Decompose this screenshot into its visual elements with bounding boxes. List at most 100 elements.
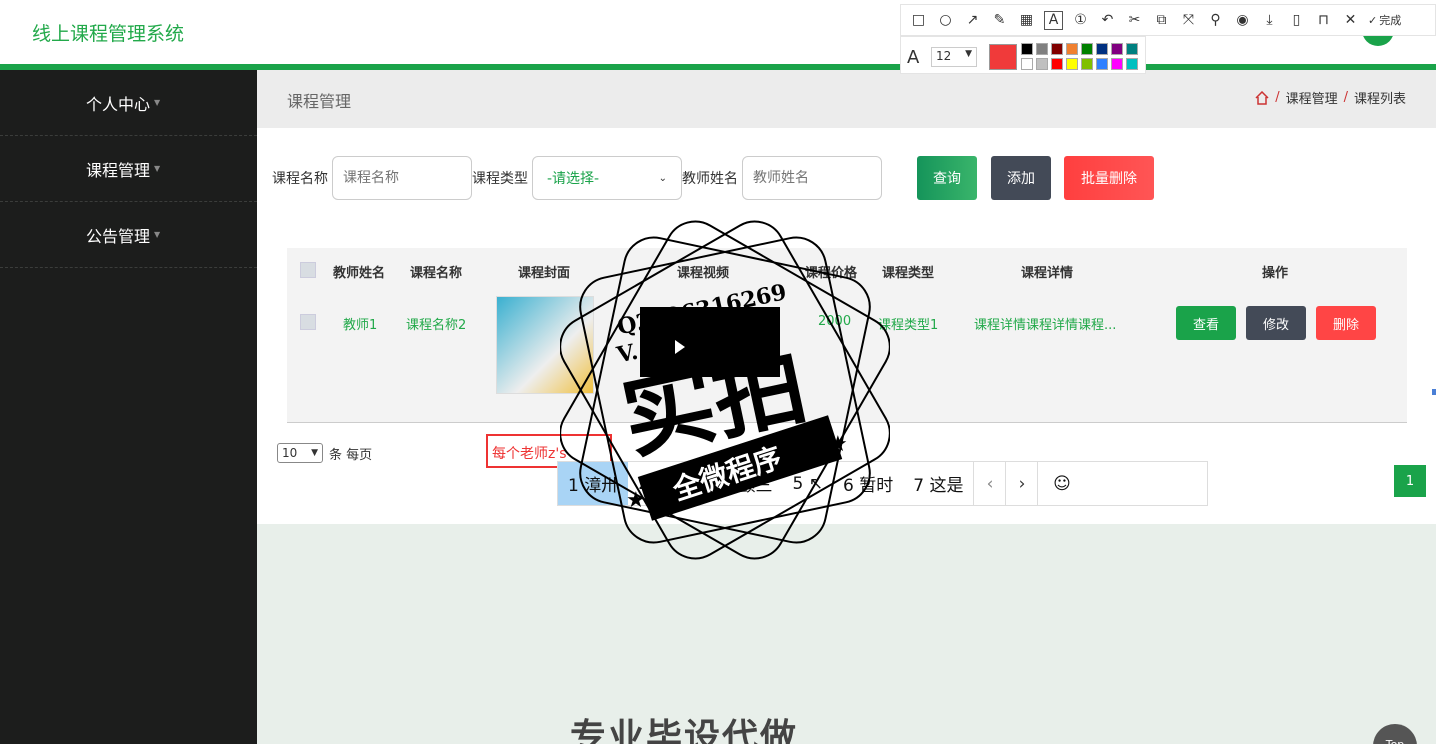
pin-icon[interactable]: ⚲ (1206, 11, 1225, 30)
course-type-label: 课程类型 (472, 171, 528, 187)
color-swatch[interactable] (1126, 43, 1138, 55)
page-size-select[interactable]: 10 ▼ (277, 443, 323, 463)
teacher-cell: 教师1 (343, 318, 378, 333)
teacher-label: 教师姓名 (682, 171, 738, 187)
done-label: 完成 (1379, 14, 1402, 27)
sidebar-item-profile[interactable]: 个人中心 ▼ (0, 70, 257, 136)
done-button[interactable]: ✓ 完成 (1368, 12, 1401, 28)
arrow-icon[interactable]: ↗ (963, 11, 982, 30)
undo-icon[interactable]: ↶ (1098, 11, 1117, 30)
color-swatch[interactable] (1111, 58, 1123, 70)
bottom-banner-text: 专业毕设代做 (570, 717, 799, 744)
color-swatch[interactable] (1081, 43, 1093, 55)
chevron-down-icon: ▼ (965, 49, 972, 59)
column-header: 操作 (1262, 266, 1289, 281)
color-swatch[interactable] (1036, 58, 1048, 70)
mosaic-icon[interactable]: ▦ (1017, 11, 1036, 30)
pen-icon[interactable]: ✎ (990, 11, 1009, 30)
color-swatch[interactable] (1036, 43, 1048, 55)
chevron-down-icon: ▼ (154, 98, 161, 107)
color-swatch[interactable] (1066, 58, 1078, 70)
pagination: 10 ▼ 条 每页 (277, 443, 372, 463)
column-header: 教师姓名 (333, 266, 386, 281)
page-header: 课程管理 / 课程管理 / 课程列表 (257, 70, 1436, 128)
rectangle-icon[interactable]: □ (909, 11, 928, 30)
color-swatch[interactable] (1051, 43, 1063, 55)
breadcrumb-item: 课程列表 (1353, 92, 1406, 107)
crop-icon[interactable]: ✂ (1125, 11, 1144, 30)
ime-prev-icon[interactable]: ‹ (973, 462, 1005, 505)
search-form: 课程名称 课程类型 -请选择- ⌄ 教师姓名 查询 添加 批量删除 (272, 156, 1154, 200)
sidebar-item-label: 课程管理 (86, 160, 151, 180)
sidebar-item-label: 个人中心 (86, 94, 151, 114)
star-icon: ★ (828, 432, 848, 457)
back-to-top-button[interactable]: Top (1373, 724, 1417, 744)
course-name-input[interactable] (332, 156, 472, 200)
phone-icon[interactable]: ▯ (1287, 11, 1306, 30)
expand-icon[interactable]: ⤧ (1179, 11, 1198, 30)
check-icon: ✓ (1368, 13, 1378, 27)
current-color-swatch[interactable] (989, 44, 1017, 70)
column-header: 课程详情 (1021, 266, 1074, 281)
download-icon[interactable]: ⤓ (1260, 11, 1279, 30)
bookmark-icon[interactable]: ⊓ (1314, 11, 1333, 30)
ellipse-icon[interactable]: ○ (936, 11, 955, 30)
page-size-value: 10 (282, 446, 298, 460)
home-icon[interactable] (1255, 90, 1269, 105)
app-title: 线上课程管理系统 (32, 23, 185, 45)
teacher-input[interactable] (742, 156, 882, 200)
ime-next-icon[interactable]: › (1005, 462, 1037, 505)
text-options-toolbar: A 12 ▼ (900, 36, 1146, 74)
chevron-down-icon: ▼ (154, 230, 161, 239)
color-swatch[interactable] (1021, 43, 1033, 55)
color-swatch[interactable] (1081, 58, 1093, 70)
chevron-down-icon: ▼ (311, 448, 318, 458)
query-button[interactable]: 查询 (917, 156, 977, 200)
page-number-button[interactable]: 1 (1394, 465, 1426, 497)
course-name-cell: 课程名称2 (406, 318, 467, 333)
scroll-marker (1432, 389, 1436, 395)
ime-candidate[interactable]: 7 这是 (903, 462, 973, 505)
record-icon[interactable]: ◉ (1233, 11, 1252, 30)
breadcrumb: / 课程管理 / 课程列表 (1255, 88, 1406, 107)
capture-toolbar: □ ○ ↗ ✎ ▦ A ① ↶ ✂ ⧉ ⤧ ⚲ ◉ ⤓ ▯ ⊓ ✕ ✓ 完成 (900, 4, 1436, 36)
star-icon: ★ (626, 488, 646, 513)
color-swatch[interactable] (1021, 58, 1033, 70)
emoji-icon[interactable]: ☺ (1037, 462, 1085, 505)
per-page-label: 条 每页 (329, 447, 373, 463)
font-icon: A (907, 47, 920, 68)
sidebar-item-notices[interactable]: 公告管理 ▼ (0, 202, 257, 268)
ocr-icon[interactable]: ⧉ (1152, 11, 1171, 30)
sidebar-item-courses[interactable]: 课程管理 ▼ (0, 136, 257, 202)
color-swatch[interactable] (1126, 58, 1138, 70)
watermark-stamp: Q2196316269 V...6499 实拍 全微程序 ★ ★ (560, 220, 890, 560)
color-swatch[interactable] (1096, 43, 1108, 55)
column-header: 课程名称 (410, 266, 463, 281)
chevron-down-icon: ▼ (154, 164, 161, 173)
sidebar-item-label: 公告管理 (86, 226, 151, 246)
course-type-select[interactable]: -请选择- ⌄ (532, 156, 682, 200)
chevron-down-icon: ⌄ (658, 172, 667, 184)
edit-button[interactable]: 修改 (1246, 306, 1306, 340)
color-swatch[interactable] (1096, 58, 1108, 70)
font-size-value: 12 (936, 49, 952, 63)
breadcrumb-item[interactable]: 课程管理 (1286, 88, 1338, 107)
color-swatch[interactable] (1066, 43, 1078, 55)
delete-button[interactable]: 删除 (1316, 306, 1376, 340)
add-button[interactable]: 添加 (991, 156, 1051, 200)
page-title: 课程管理 (287, 92, 352, 111)
close-icon[interactable]: ✕ (1341, 11, 1360, 30)
font-size-select[interactable]: 12 ▼ (931, 47, 977, 67)
course-type-value: -请选择- (547, 171, 600, 187)
row-checkbox[interactable] (300, 314, 316, 330)
batch-delete-button[interactable]: 批量删除 (1064, 156, 1154, 200)
color-swatch[interactable] (1051, 58, 1063, 70)
select-all-checkbox[interactable] (300, 262, 316, 278)
text-icon[interactable]: A (1044, 10, 1063, 30)
number-icon[interactable]: ① (1071, 11, 1090, 30)
color-palette (1021, 43, 1138, 70)
sidebar: 个人中心 ▼ 课程管理 ▼ 公告管理 ▼ (0, 70, 257, 744)
detail-cell: 课程详情课程详情课程... (974, 318, 1117, 333)
color-swatch[interactable] (1111, 43, 1123, 55)
view-button[interactable]: 查看 (1176, 306, 1236, 340)
